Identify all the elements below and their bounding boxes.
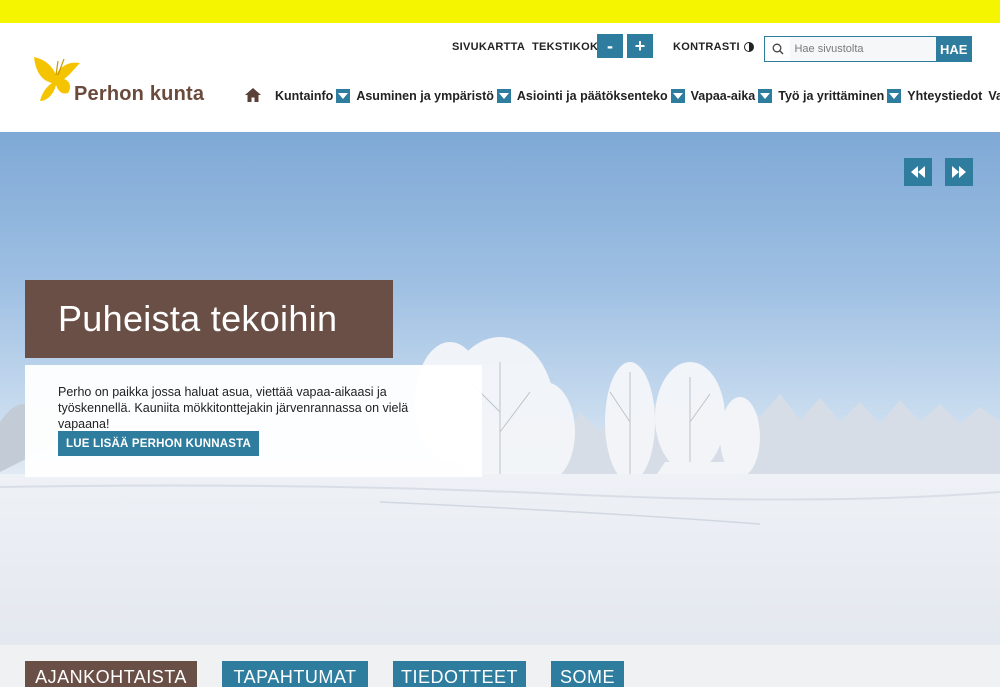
textsize-decrease-button[interactable]: - (597, 34, 623, 58)
nav-item-label: Yhteystiedot (907, 89, 983, 103)
textsize-increase-button[interactable]: + (627, 34, 653, 58)
content-tabs: AJANKOHTAISTA TAPAHTUMAT TIEDOTTEET SOME (0, 645, 1000, 687)
nav-item-yhteystiedot[interactable]: Yhteystiedot (907, 89, 982, 103)
hero-title: Puheista tekoihin (58, 298, 338, 339)
home-icon[interactable] (245, 87, 261, 105)
tab-tiedotteet[interactable]: TIEDOTTEET (393, 661, 526, 687)
nav-item-asuminen[interactable]: Asuminen ja ympäristö (356, 89, 511, 103)
dropdown-arrow-icon[interactable] (887, 89, 902, 103)
site-logo[interactable]: Perhon kunta (30, 55, 204, 105)
tab-ajankohtaista[interactable]: AJANKOHTAISTA (25, 661, 197, 687)
contrast-label: KONTRASTI (673, 41, 740, 53)
slider-next-button[interactable] (945, 158, 973, 186)
site-name: Perhon kunta (74, 83, 205, 105)
double-chevron-right-icon (952, 166, 966, 178)
search-box: HAE (764, 36, 972, 62)
nav-item-asiointi[interactable]: Asiointi ja päätöksenteko (517, 89, 685, 103)
dropdown-arrow-icon[interactable] (496, 89, 511, 103)
nav-item-label: Työ ja yrittäminen (778, 89, 885, 103)
contrast-icon (743, 42, 754, 52)
sitemap-link[interactable]: SIVUKARTTA (452, 34, 525, 60)
search-icon (765, 37, 790, 61)
nav-item-label: Kuntainfo (275, 89, 334, 103)
nav-item-tyo[interactable]: Työ ja yrittäminen (778, 89, 902, 103)
top-yellow-bar (0, 0, 1000, 23)
nav-item-label: Vapaa-aika (690, 89, 756, 103)
site-header: Perhon kunta SIVUKARTTA TEKSTIKOKO - + K… (0, 23, 1000, 132)
search-button[interactable]: HAE (936, 37, 971, 61)
nav-item-label: Asiointi ja päätöksenteko (516, 89, 668, 103)
hero-slider: Puheista tekoihin Perho on paikka jossa … (0, 132, 1000, 645)
textsize-label: TEKSTIKOKO (532, 41, 608, 53)
search-input[interactable] (790, 37, 937, 61)
hero-title-box: Puheista tekoihin (25, 280, 393, 358)
double-chevron-left-icon (911, 166, 925, 178)
slider-prev-button[interactable] (904, 158, 932, 186)
nav-item-kuntainfo[interactable]: Kuntainfo (275, 89, 351, 103)
nav-item-vaalit[interactable]: Vaalit (988, 89, 1000, 103)
dropdown-arrow-icon[interactable] (336, 89, 351, 103)
tab-tapahtumat[interactable]: TAPAHTUMAT (222, 661, 368, 687)
hero-description: Perho on paikka jossa haluat asua, viett… (58, 385, 409, 431)
main-navigation: Kuntainfo Asuminen ja ympäristö Asiointi… (245, 87, 1000, 105)
tab-some[interactable]: SOME (551, 661, 624, 687)
dropdown-arrow-icon[interactable] (758, 89, 773, 103)
hero-text-box: Perho on paikka jossa haluat asua, viett… (25, 365, 482, 477)
nav-item-label: Vaalit (988, 89, 1000, 103)
contrast-toggle[interactable]: KONTRASTI (673, 34, 754, 60)
read-more-button[interactable]: LUE LISÄÄ PERHON KUNNASTA (58, 431, 259, 456)
dropdown-arrow-icon[interactable] (670, 89, 685, 103)
nav-item-vapaa-aika[interactable]: Vapaa-aika (691, 89, 773, 103)
nav-item-label: Asuminen ja ympäristö (356, 89, 494, 103)
